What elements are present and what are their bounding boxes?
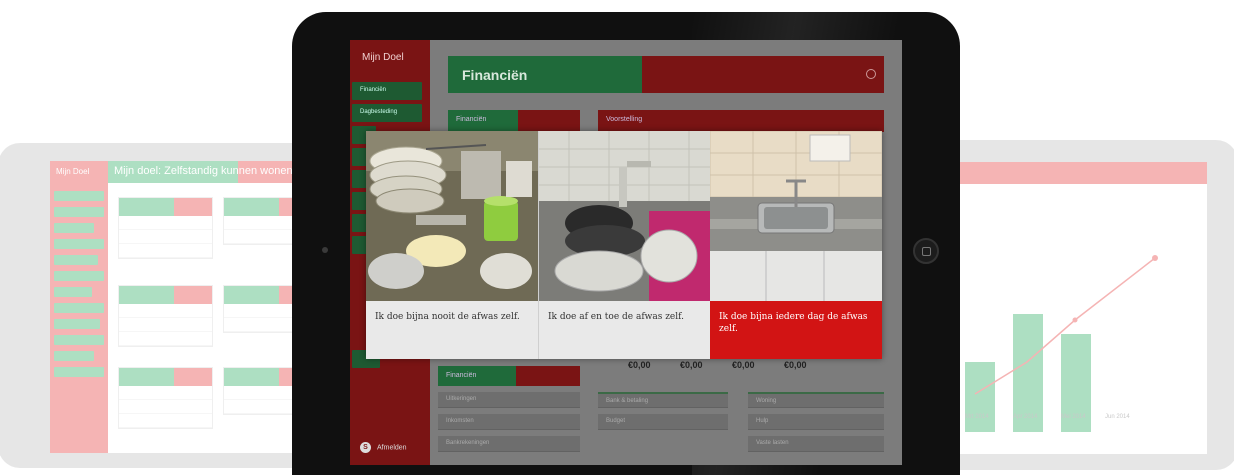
right-tablet-screen: Mrt 2014 Apr 2014 Mei 2014 Jun 2014	[955, 162, 1207, 454]
choice-option-never[interactable]: Ik doe bijna nooit de afwas zelf.	[366, 131, 538, 359]
list-item[interactable]: Vaste lasten	[748, 436, 884, 452]
left-menu-item[interactable]	[54, 335, 104, 345]
amount-value: €0,00	[680, 360, 703, 370]
left-menu-item[interactable]	[54, 207, 104, 217]
info-icon[interactable]	[866, 69, 876, 79]
chart-tick: Jun 2014	[1105, 414, 1130, 420]
trend-line	[974, 255, 1158, 395]
left-menu-item[interactable]	[54, 271, 104, 281]
list-item-label: Bank & betaling	[606, 398, 649, 404]
logout-icon: S	[360, 442, 371, 453]
list-item[interactable]: Budget	[598, 414, 728, 430]
amount-value: €0,00	[628, 360, 651, 370]
list-item[interactable]: Woning	[748, 392, 884, 408]
left-menu-item[interactable]	[54, 303, 104, 313]
left-card[interactable]	[118, 197, 213, 259]
left-tablet-screen: Mijn Doel Mijn doel: Zelfstandig kunnen …	[50, 161, 320, 453]
sidebar-item-financien[interactable]: Financiën	[352, 82, 422, 100]
section-financien-lower[interactable]: Financiën	[438, 366, 580, 386]
amount-value: €0,00	[732, 360, 755, 370]
chart-tick: Mrt 2014	[965, 414, 989, 420]
left-menu-item[interactable]	[54, 239, 104, 249]
amount-value: €0,00	[784, 360, 807, 370]
page-header: Financiën	[448, 56, 884, 93]
list-item[interactable]: Bank & betaling	[598, 392, 728, 408]
left-menu-item[interactable]	[54, 367, 104, 377]
dish-rack-photo	[539, 131, 710, 301]
left-menu-item[interactable]	[54, 287, 92, 297]
left-header-title: Mijn doel: Zelfstandig kunnen wonen	[114, 165, 293, 177]
camera-icon	[322, 247, 328, 253]
section-voorstelling[interactable]: Voorstelling	[598, 110, 884, 132]
choice-panel: Ik doe bijna nooit de afwas zelf. Ik doe…	[366, 131, 882, 359]
chart-tick: Mei 2014	[1061, 414, 1086, 420]
left-menu-item[interactable]	[54, 351, 94, 361]
list-item-label: Vaste lasten	[756, 440, 789, 446]
left-brand: Mijn Doel	[56, 167, 90, 176]
list-item[interactable]: Hulp	[748, 414, 884, 430]
section-financien-lower-label: Financiën	[446, 372, 477, 379]
left-menu-item[interactable]	[54, 191, 104, 201]
home-square-icon	[922, 247, 931, 256]
sidebar-item-dagbesteding[interactable]: Dagbesteding	[352, 104, 422, 122]
home-button[interactable]	[913, 238, 939, 264]
list-item-label: Hulp	[756, 418, 769, 424]
left-menu-item[interactable]	[54, 255, 98, 265]
list-item-label: Woning	[756, 398, 777, 404]
left-card[interactable]	[118, 285, 213, 347]
app-brand: Mijn Doel	[362, 52, 404, 63]
page-title: Financiën	[462, 67, 528, 83]
left-sidebar: Mijn Doel	[50, 161, 108, 453]
section-voorstelling-label: Voorstelling	[606, 116, 643, 123]
logout-label: Afmelden	[377, 444, 407, 452]
chart-tick: Apr 2014	[1013, 414, 1038, 420]
logout-button[interactable]: S Afmelden	[360, 442, 407, 453]
choice-option-sometimes[interactable]: Ik doe af en toe de afwas zelf.	[538, 131, 710, 359]
list-item-label: Uitkeringen	[446, 396, 477, 402]
left-menu-item[interactable]	[54, 319, 100, 329]
choice-caption-selected: Ik doe bijna iedere dag de afwas zelf.	[710, 301, 882, 359]
dirty-dishes-photo	[366, 131, 538, 301]
choice-caption: Ik doe bijna nooit de afwas zelf.	[366, 301, 538, 359]
choice-caption: Ik doe af en toe de afwas zelf.	[539, 301, 710, 359]
choice-option-daily[interactable]: Ik doe bijna iedere dag de afwas zelf.	[710, 131, 882, 359]
list-item-label: Budget	[606, 418, 626, 424]
marketing-stage: Mijn Doel Mijn doel: Zelfstandig kunnen …	[0, 0, 1234, 475]
list-item[interactable]: Uitkeringen	[438, 392, 580, 408]
right-tablet: Mrt 2014 Apr 2014 Mei 2014 Jun 2014	[925, 140, 1234, 470]
left-header: Mijn doel: Zelfstandig kunnen wonen	[108, 161, 320, 183]
clean-sink-photo	[710, 131, 882, 301]
section-financien[interactable]: Financiën	[448, 110, 580, 132]
section-financien-label: Financiën	[456, 116, 487, 123]
list-item-label: Bankrekeningen	[446, 440, 490, 446]
left-card[interactable]	[118, 367, 213, 429]
list-item[interactable]: Bankrekeningen	[438, 436, 580, 452]
left-menu-item[interactable]	[54, 223, 94, 233]
list-item-label: Inkomsten	[446, 418, 474, 424]
list-item[interactable]: Inkomsten	[438, 414, 580, 430]
